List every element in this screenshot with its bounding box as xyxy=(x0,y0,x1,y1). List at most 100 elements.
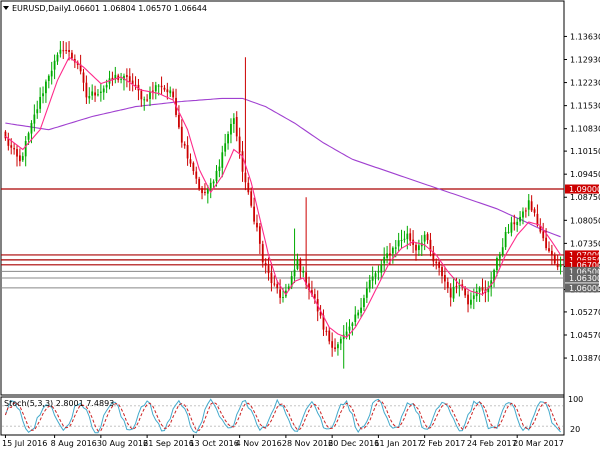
candle-body xyxy=(328,330,331,342)
candle-body xyxy=(391,247,394,254)
candle-body xyxy=(180,126,183,143)
candle-body xyxy=(102,88,105,93)
candle-body xyxy=(244,172,247,183)
candle-body xyxy=(363,298,365,308)
candle-body xyxy=(360,307,362,313)
price-tick-label: 1.08050 xyxy=(570,216,600,225)
candle-body xyxy=(548,248,550,252)
candle-body xyxy=(357,312,360,316)
price-tick-label: 1.13630 xyxy=(570,32,600,41)
ohlc-readout: 1.06601 1.06804 1.06570 1.06644 xyxy=(67,4,207,13)
candle-body xyxy=(172,91,175,98)
candle-body xyxy=(247,182,250,193)
candle-body xyxy=(215,170,218,182)
candle-body xyxy=(94,92,96,96)
time-tick-label: 4 Nov 2016 xyxy=(236,439,282,448)
candle-body xyxy=(504,231,507,248)
candle-body xyxy=(201,188,203,194)
candle-body xyxy=(140,90,143,100)
candle-body xyxy=(212,181,215,184)
candle-body xyxy=(542,231,545,239)
candle-body xyxy=(513,222,516,225)
candle-body xyxy=(293,269,296,277)
candle-body xyxy=(478,287,481,292)
candle-body xyxy=(383,256,386,264)
candle-body xyxy=(198,178,201,190)
candle-body xyxy=(169,90,172,94)
candle-body xyxy=(97,94,99,96)
candle-body xyxy=(71,52,73,59)
candle-body xyxy=(50,70,53,77)
chart-root: 1.13630 1.12930 1.12230 1.11530 1.10830 1.101… xyxy=(0,0,600,450)
candle-body xyxy=(371,276,374,281)
candle-body xyxy=(13,148,16,150)
candle-body xyxy=(536,213,539,226)
time-tick-label: 8 Aug 2016 xyxy=(51,439,97,448)
candle-body xyxy=(105,84,108,88)
candle-body xyxy=(452,286,455,299)
price-axis-ticks: 1.13630 1.12930 1.12230 1.11530 1.10830 1.101… xyxy=(564,32,600,363)
candle-body xyxy=(206,188,209,194)
candle-body xyxy=(299,259,302,272)
candle-body xyxy=(250,191,253,206)
candle-body xyxy=(467,294,469,305)
chart-title: EURUSD,Daily xyxy=(12,4,69,13)
candle-body xyxy=(68,49,70,52)
candle-body xyxy=(507,231,510,233)
candle-body xyxy=(522,211,524,218)
candle-body xyxy=(192,162,195,172)
candle-body xyxy=(273,283,276,285)
price-tick-label: 1.04570 xyxy=(570,331,600,340)
candle-body xyxy=(374,273,377,277)
time-tick-label: 21 Sep 2016 xyxy=(143,439,194,448)
candle-body xyxy=(472,295,475,300)
chart-background xyxy=(0,0,600,450)
candle-body xyxy=(99,91,102,93)
candle-body xyxy=(516,221,519,226)
candle-body xyxy=(406,233,409,240)
price-tag-label: 1.06000 xyxy=(569,284,600,293)
candle-body xyxy=(39,96,42,109)
candle-body xyxy=(368,280,371,289)
candle-body xyxy=(253,206,255,222)
candle-body xyxy=(331,341,334,348)
candle-body xyxy=(449,288,452,298)
time-tick-label: 20 Mar 2017 xyxy=(513,439,564,448)
price-tag-label: 1.09000 xyxy=(569,185,600,194)
candle-body xyxy=(149,91,151,99)
candle-body xyxy=(125,75,128,77)
price-tick-label: 1.11530 xyxy=(570,102,600,111)
candle-body xyxy=(470,299,472,305)
candle-body xyxy=(282,297,284,299)
candle-body xyxy=(186,145,189,159)
candle-body xyxy=(238,136,241,153)
candle-body xyxy=(496,258,498,271)
candle-body xyxy=(160,85,163,88)
candle-body xyxy=(45,81,47,94)
candle-body xyxy=(337,344,339,349)
candle-body xyxy=(221,152,224,168)
candle-body xyxy=(85,82,88,98)
time-tick-label: 20 Dec 2016 xyxy=(328,439,379,448)
price-tick-label: 1.12930 xyxy=(570,55,600,64)
candle-body xyxy=(481,287,484,291)
candle-body xyxy=(230,123,232,135)
candle-body xyxy=(143,99,146,101)
price-tag-label: 1.06300 xyxy=(569,274,600,283)
candle-body xyxy=(365,288,368,298)
candle-body xyxy=(19,155,21,162)
candle-body xyxy=(446,281,449,289)
candle-body xyxy=(27,133,30,140)
candle-body xyxy=(334,347,336,350)
candle-body xyxy=(146,99,149,101)
candle-body xyxy=(339,338,342,344)
time-tick-label: 15 Jul 2016 xyxy=(2,439,47,448)
candle-body xyxy=(62,50,65,52)
time-tick-label: 2 Feb 2017 xyxy=(421,439,466,448)
candle-body xyxy=(42,93,44,97)
candle-body xyxy=(47,75,50,81)
candle-body xyxy=(351,323,354,326)
time-tick-label: 24 Feb 2017 xyxy=(467,439,517,448)
candle-body xyxy=(36,109,39,114)
candle-body xyxy=(21,156,24,161)
